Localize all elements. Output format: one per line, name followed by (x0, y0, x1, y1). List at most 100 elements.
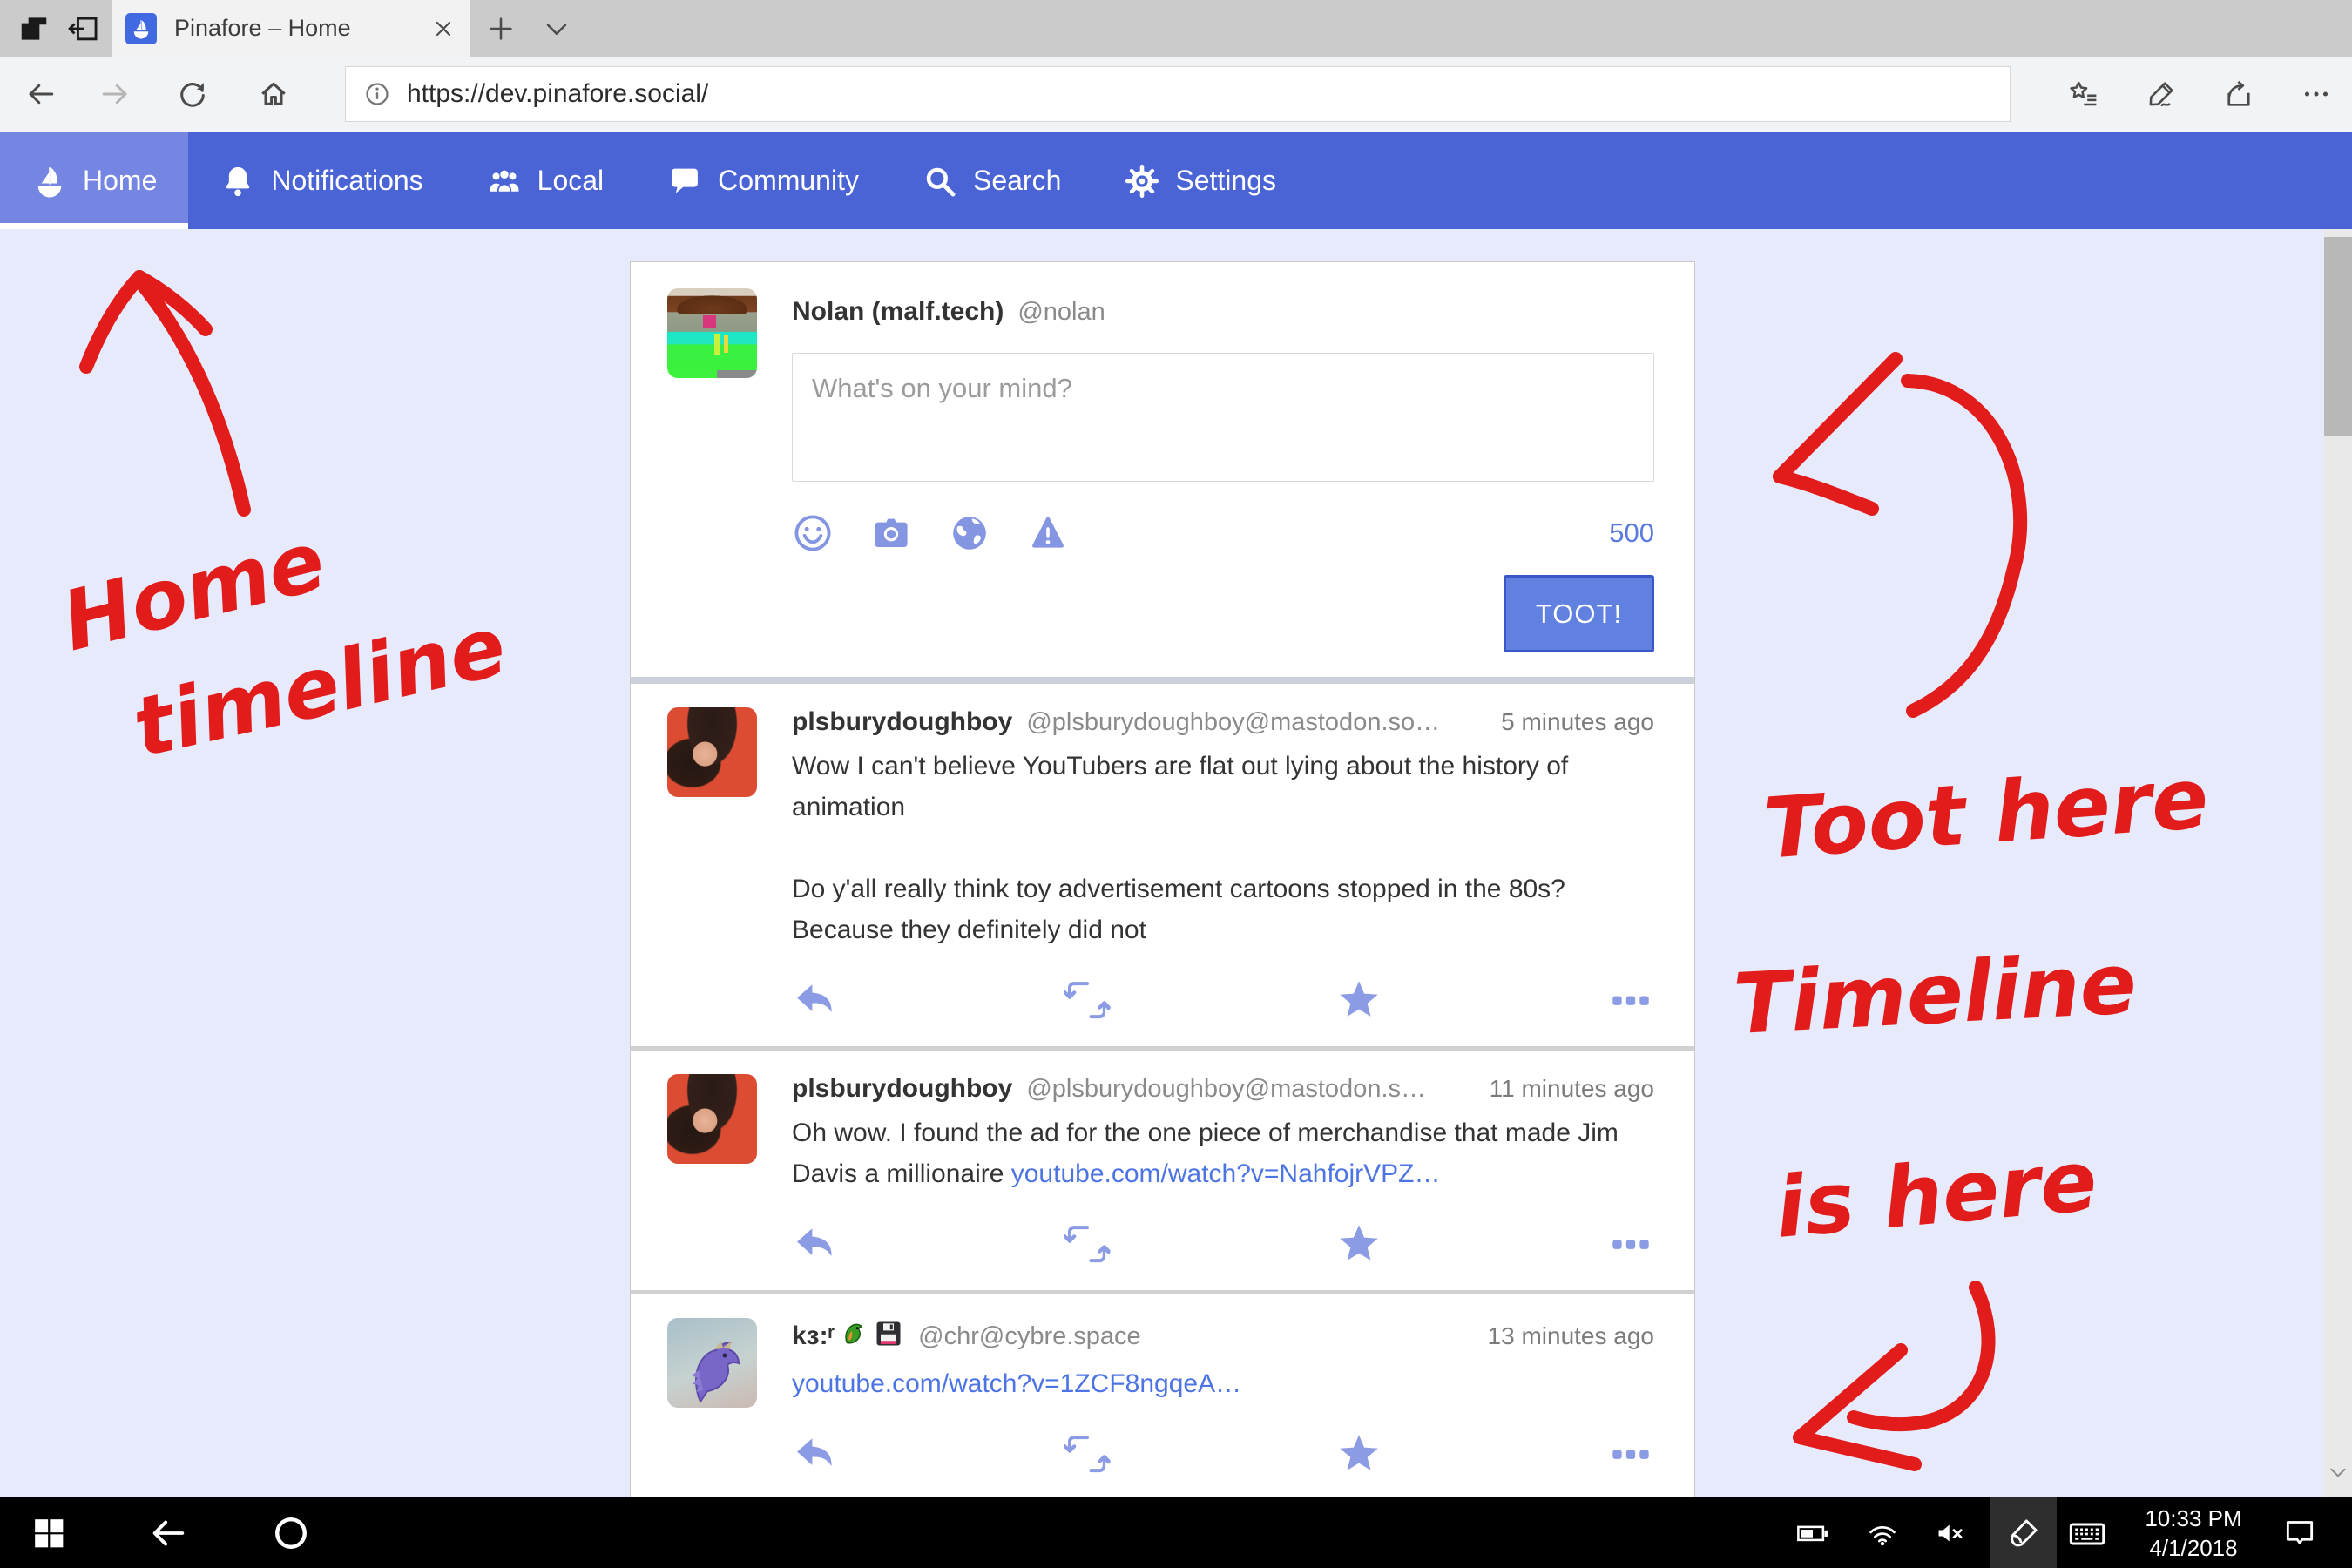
compose-box: Nolan (malf.tech) @nolan 500 TOOT! (631, 262, 1694, 677)
nav-label: Search (973, 165, 1061, 197)
back-button[interactable] (25, 78, 57, 110)
search-icon (922, 163, 958, 199)
toot-button[interactable]: TOOT! (1504, 575, 1654, 652)
page-scrollbar[interactable] (2324, 229, 2352, 1497)
scrollbar-thumb[interactable] (2324, 237, 2352, 436)
tab-close-icon[interactable] (431, 17, 456, 41)
compose-handle: @nolan (1017, 298, 1105, 327)
char-count: 500 (1609, 517, 1654, 549)
post-timestamp: 13 minutes ago (1488, 1322, 1654, 1350)
nav-label: Settings (1175, 165, 1276, 197)
avatar[interactable] (667, 288, 757, 378)
reply-icon[interactable] (792, 977, 839, 1024)
gear-icon (1124, 163, 1160, 199)
boost-icon[interactable] (1064, 1220, 1111, 1267)
scroll-down-arrow-icon[interactable] (2327, 1461, 2349, 1484)
avatar[interactable] (667, 1318, 757, 1408)
favorite-star-icon[interactable] (1335, 1220, 1382, 1267)
globe-icon[interactable] (949, 512, 990, 554)
clock-date: 4/1/2018 (2141, 1533, 2246, 1563)
taskbar-clock[interactable]: 10:33 PM 4/1/2018 (2141, 1504, 2246, 1563)
camera-icon[interactable] (870, 512, 912, 554)
taskbar-back-button[interactable] (148, 1513, 188, 1553)
site-info-icon[interactable] (363, 80, 391, 108)
pinafore-nav-bar: Home Notifications Local Community Searc… (0, 132, 2352, 232)
nav-item-settings[interactable]: Settings (1092, 132, 1308, 229)
post-handle: @plsburydoughboy@mastodon.so… (1026, 708, 1440, 737)
restore-tabs-icon[interactable] (66, 12, 99, 45)
dragon-emoji (838, 1318, 869, 1349)
volume-muted-icon[interactable] (1934, 1517, 1967, 1550)
pen-icon (2006, 1516, 2041, 1551)
post-handle: @chr@cybre.space (918, 1322, 1141, 1351)
more-options-icon[interactable] (1607, 1430, 1654, 1477)
tab-preview-chevron-icon[interactable] (542, 14, 571, 44)
page-background: Nolan (malf.tech) @nolan 500 TOOT! (0, 229, 2352, 1497)
avatar[interactable] (667, 1074, 757, 1164)
wifi-icon[interactable] (1866, 1517, 1899, 1550)
browser-tab-strip: Pinafore – Home (0, 0, 2352, 57)
address-bar[interactable]: https://dev.pinafore.social/ (345, 66, 2011, 122)
bell-icon (220, 163, 256, 199)
share-icon[interactable] (2223, 78, 2254, 110)
reply-icon[interactable] (792, 1430, 839, 1477)
pinafore-favicon (125, 13, 157, 44)
post-display-name[interactable]: plsburydoughboy (792, 1074, 1012, 1104)
post-link[interactable]: youtube.com/watch?v=1ZCF8ngqeA… (792, 1369, 1241, 1398)
timeline-post[interactable]: kз:ʳ @chr@cybre.space 13 minutes ago you… (631, 1294, 1694, 1497)
timeline-post[interactable]: plsburydoughboy @plsburydoughboy@mastodo… (631, 1051, 1694, 1290)
forward-button[interactable] (99, 78, 131, 110)
post-link[interactable]: youtube.com/watch?v=NahfojrVPZ… (1011, 1159, 1441, 1188)
post-display-name[interactable]: kз:ʳ (792, 1318, 904, 1351)
nav-item-community[interactable]: Community (635, 132, 890, 229)
floppy-disk-emoji (873, 1318, 904, 1349)
nav-label: Home (83, 165, 157, 197)
browser-toolbar: https://dev.pinafore.social/ (0, 57, 2352, 132)
set-tabs-aside-icon[interactable] (17, 12, 51, 45)
boost-icon[interactable] (1064, 1430, 1111, 1477)
action-center-icon[interactable] (2282, 1516, 2317, 1551)
battery-icon[interactable] (1796, 1517, 1829, 1550)
post-text: Wow I can't believe YouTubers are flat o… (792, 746, 1654, 828)
nav-label: Notifications (271, 165, 422, 197)
nav-item-home[interactable]: Home (0, 132, 188, 229)
nav-item-notifications[interactable]: Notifications (188, 132, 454, 229)
clock-time: 10:33 PM (2141, 1504, 2246, 1533)
favorites-hub-icon[interactable] (2068, 78, 2099, 110)
nav-label: Community (718, 165, 859, 197)
timeline-post[interactable]: plsburydoughboy @plsburydoughboy@mastodo… (631, 684, 1694, 1046)
post-timestamp: 11 minutes ago (1490, 1075, 1654, 1103)
new-tab-button[interactable] (486, 14, 516, 44)
windows-ink-workspace-button[interactable] (1990, 1497, 2057, 1568)
more-options-icon[interactable] (1607, 1220, 1654, 1267)
browser-tab[interactable]: Pinafore – Home (112, 0, 470, 57)
favorite-star-icon[interactable] (1335, 1430, 1382, 1477)
post-display-name[interactable]: plsburydoughboy (792, 707, 1012, 737)
compose-input[interactable] (792, 353, 1654, 482)
nav-item-search[interactable]: Search (890, 132, 1092, 229)
tab-title: Pinafore – Home (174, 15, 431, 42)
web-note-icon[interactable] (2146, 78, 2177, 110)
chat-bubble-icon (666, 163, 703, 199)
sailboat-icon (31, 163, 68, 199)
compose-display-name: Nolan (malf.tech) (792, 297, 1004, 327)
reply-icon[interactable] (792, 1220, 839, 1267)
emoji-icon[interactable] (792, 512, 834, 554)
people-icon (486, 163, 523, 199)
nav-item-local[interactable]: Local (455, 132, 636, 229)
nav-label: Local (537, 165, 605, 197)
boost-icon[interactable] (1064, 977, 1111, 1024)
settings-more-icon[interactable] (2301, 78, 2332, 110)
cortana-button[interactable] (272, 1514, 310, 1552)
avatar[interactable] (667, 707, 757, 797)
home-button[interactable] (258, 78, 289, 110)
post-handle: @plsburydoughboy@mastodon.s… (1026, 1075, 1426, 1104)
start-button[interactable] (31, 1516, 66, 1551)
favorite-star-icon[interactable] (1335, 977, 1382, 1024)
divider (631, 677, 1694, 684)
refresh-button[interactable] (177, 78, 208, 110)
windows-taskbar: 10:33 PM 4/1/2018 (0, 1497, 2352, 1568)
content-warning-icon[interactable] (1027, 512, 1069, 554)
more-options-icon[interactable] (1607, 977, 1654, 1024)
touch-keyboard-icon[interactable] (2068, 1515, 2106, 1553)
